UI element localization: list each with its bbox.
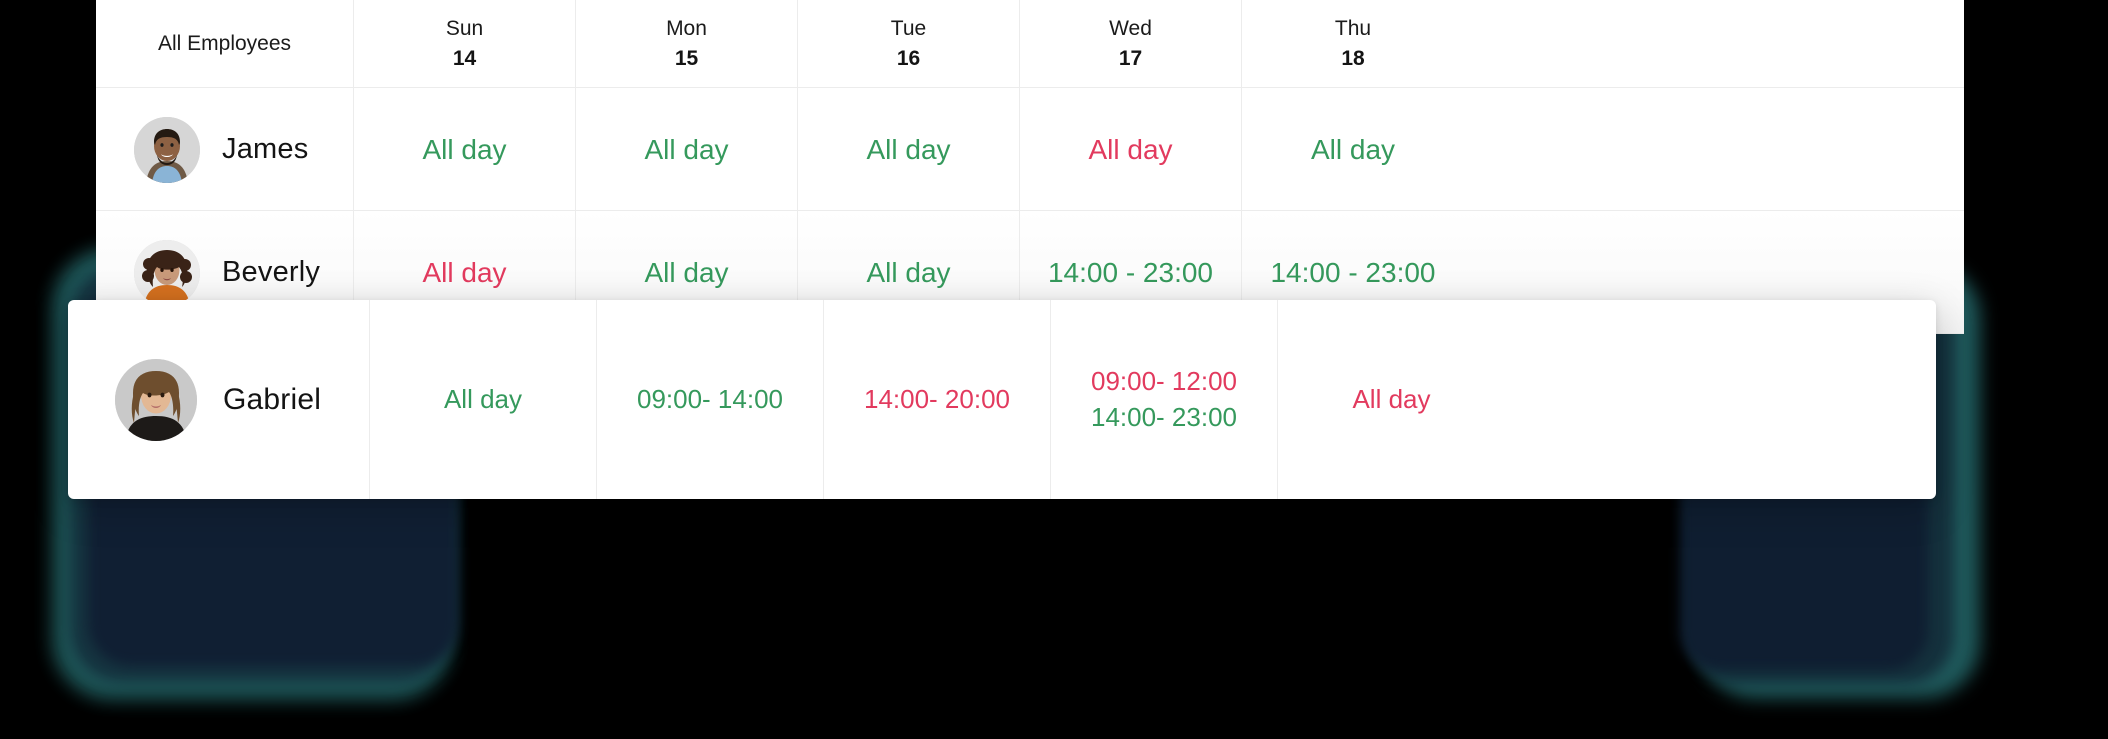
shift-label: 14:00- 20:00	[863, 383, 1010, 414]
day-of-month-label: 14	[452, 46, 477, 70]
day-of-month-label: 17	[1118, 46, 1143, 70]
shift-label: All day	[443, 383, 523, 414]
header-day-thu[interactable]: Thu 18	[1242, 0, 1464, 88]
day-of-week-label: Tue	[890, 17, 927, 41]
employee-name-cell[interactable]: Gabriel	[68, 300, 370, 499]
employee-name: James	[222, 133, 309, 165]
day-of-month-label: 18	[1341, 46, 1365, 70]
highlighted-employee-row-card[interactable]: Gabriel All day 09:00- 14:00 14:00- 20:0…	[68, 300, 1936, 499]
day-of-week-label: Thu	[1334, 17, 1372, 41]
shift-label: 09:00- 14:00	[636, 383, 783, 414]
employee-name: Gabriel	[223, 382, 322, 416]
employee-name-cell[interactable]: James	[96, 88, 354, 211]
avatar	[134, 116, 200, 183]
employee-name: Beverly	[222, 256, 321, 288]
header-day-wed[interactable]: Wed 17	[1020, 0, 1242, 88]
shift-label: All day	[644, 256, 729, 288]
shift-cell[interactable]: All day	[370, 300, 597, 499]
avatar	[115, 358, 197, 441]
shift-cell[interactable]: All day	[798, 88, 1020, 211]
header-day-tue[interactable]: Tue 16	[798, 0, 1020, 88]
avatar	[134, 239, 200, 306]
shift-cell[interactable]: 09:00- 12:00 14:00- 23:00	[1051, 300, 1278, 499]
day-of-week-label: Sun	[445, 17, 484, 41]
shift-label: All day	[422, 256, 507, 288]
shift-cell[interactable]: 14:00- 20:00	[824, 300, 1051, 499]
shift-label: 14:00- 23:00	[1090, 401, 1237, 432]
table-header-row: All Employees Sun 14 Mon 15 Tue 16 Wed 1…	[96, 0, 1964, 88]
all-employees-label: All Employees	[157, 32, 292, 55]
shift-label: All day	[1352, 383, 1431, 414]
shift-cell[interactable]: All day	[1278, 300, 1505, 499]
header-day-mon[interactable]: Mon 15	[576, 0, 798, 88]
shift-label: 14:00 - 23:00	[1047, 256, 1214, 288]
shift-cell[interactable]: 09:00- 14:00	[597, 300, 824, 499]
shift-cell[interactable]: All day	[576, 88, 798, 211]
day-of-month-label: 16	[896, 46, 921, 70]
shift-label: All day	[866, 256, 951, 288]
shift-cell[interactable]: All day	[1020, 88, 1242, 211]
day-of-week-label: Mon	[666, 17, 707, 41]
table-row[interactable]: James All day All day All day All day Al…	[96, 88, 1964, 211]
header-day-sun[interactable]: Sun 14	[354, 0, 576, 88]
shift-cell[interactable]: All day	[354, 88, 576, 211]
shift-label: All day	[1088, 133, 1173, 165]
shift-label: 09:00- 12:00	[1090, 366, 1237, 397]
shift-label: All day	[422, 133, 507, 165]
table-row[interactable]: Gabriel All day 09:00- 14:00 14:00- 20:0…	[68, 300, 1936, 499]
shift-label: All day	[1310, 133, 1396, 165]
header-all-employees[interactable]: All Employees	[96, 0, 354, 88]
shift-label: All day	[866, 133, 951, 165]
shift-label: 14:00 - 23:00	[1270, 256, 1436, 288]
day-of-month-label: 15	[674, 46, 699, 70]
shift-label: All day	[644, 133, 729, 165]
day-of-week-label: Wed	[1109, 17, 1152, 41]
screenshot-stage: All Employees Sun 14 Mon 15 Tue 16 Wed 1…	[0, 0, 2108, 739]
schedule-table: All Employees Sun 14 Mon 15 Tue 16 Wed 1…	[96, 0, 1964, 334]
shift-cell[interactable]: All day	[1242, 88, 1464, 211]
